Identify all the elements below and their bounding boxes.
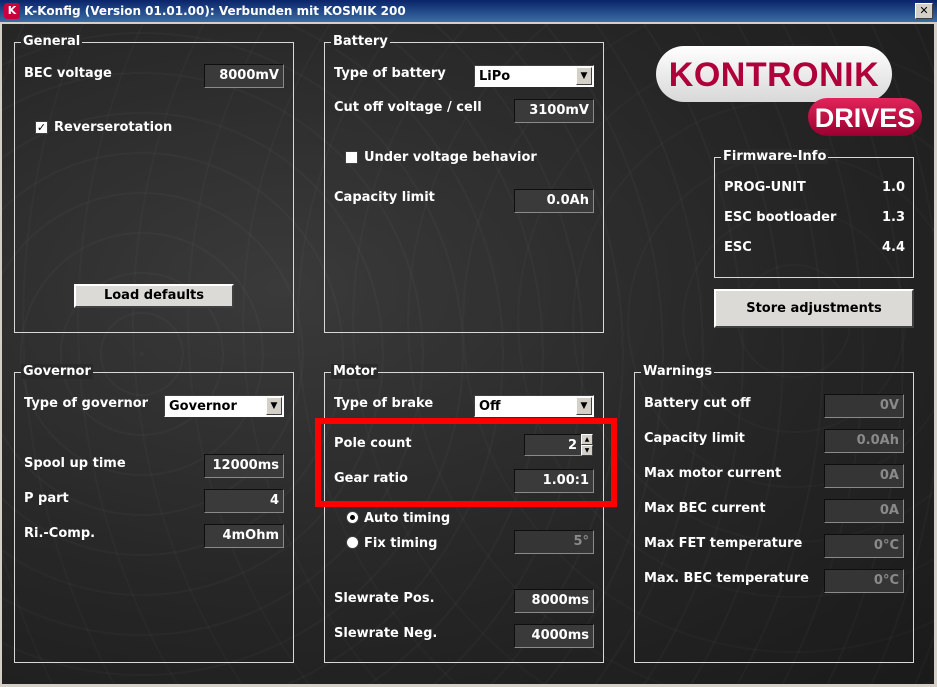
motor-legend: Motor [331,364,379,379]
warning-label: Capacity limit [644,431,745,446]
firmware-row-label: ESC bootloader [724,210,837,225]
governor-type-select[interactable]: Governor ▼ [164,395,284,417]
bec-voltage-field[interactable]: 8000mV [204,64,284,88]
fix-timing-field[interactable]: 5° [514,530,594,554]
fix-timing-label: Fix timing [364,536,438,551]
warning-label: Battery cut off [644,396,751,411]
governor-group: Governor Type of governor Governor ▼ Spo… [14,364,294,663]
warning-value-field: 0V [824,394,904,418]
firmware-row-label: ESC [724,240,752,255]
battery-type-value: LiPo [479,69,511,84]
ri-comp-label: Ri.-Comp. [24,526,96,541]
auto-timing-label: Auto timing [364,511,451,526]
battery-type-select[interactable]: LiPo ▼ [474,65,594,87]
battery-group: Battery Type of battery LiPo ▼ Cut off v… [324,34,604,333]
dropdown-arrow-icon[interactable]: ▼ [576,67,592,85]
firmware-row-value: 1.0 [881,180,905,195]
governor-type-label: Type of governor [24,396,149,411]
window-title: K-Konfig (Version 01.01.00): Verbunden m… [24,4,406,18]
warnings-group: Warnings Battery cut off 0V Capacity lim… [634,364,914,663]
highlight-box [315,418,617,507]
bec-voltage-label: BEC voltage [24,66,112,81]
battery-type-label: Type of battery [334,66,446,81]
under-voltage-checkbox[interactable] [345,151,358,164]
warning-label: Max. BEC temperature [644,571,809,586]
firmware-row-value: 1.3 [881,210,905,225]
logo-sub-text: DRIVES [808,98,922,136]
capacity-limit-field[interactable]: 0.0Ah [514,189,594,213]
slewrate-pos-label: Slewrate Pos. [334,591,435,606]
warning-label: Max motor current [644,466,782,481]
store-adjustments-button[interactable]: Store adjustments [714,289,914,328]
dropdown-arrow-icon[interactable]: ▼ [266,397,282,415]
logo-main-text: KONTRONIK [656,46,892,102]
reverserotation-label: Reverserotation [54,120,173,135]
governor-legend: Governor [21,364,93,379]
brake-type-select[interactable]: Off ▼ [474,395,594,417]
warning-value-field: 0A [824,499,904,523]
warning-value-field: 0°C [824,569,904,593]
governor-type-value: Governor [169,399,237,414]
firmware-row-value: 4.4 [881,240,905,255]
load-defaults-button[interactable]: Load defaults [74,284,234,308]
under-voltage-label: Under voltage behavior [364,150,537,165]
capacity-limit-label: Capacity limit [334,190,435,205]
warning-label: Max FET temperature [644,536,803,551]
firmware-legend: Firmware-Info [721,149,829,164]
brake-type-label: Type of brake [334,396,434,411]
spool-up-field[interactable]: 12000ms [204,454,284,478]
p-part-label: P part [24,491,69,506]
fix-timing-radio[interactable] [346,536,359,549]
slewrate-neg-field[interactable]: 4000ms [514,624,594,648]
firmware-row-label: PROG-UNIT [724,180,806,195]
main-panel: KONTRONIK DRIVES General BEC voltage 800… [2,24,934,684]
title-bar: K K-Konfig (Version 01.01.00): Verbunden… [0,0,937,22]
auto-timing-radio[interactable] [346,511,359,524]
general-legend: General [21,34,83,49]
warning-label: Max BEC current [644,501,766,516]
warning-value-field: 0.0Ah [824,429,904,453]
warning-value-field: 0°C [824,534,904,558]
warning-value-field: 0A [824,464,904,488]
battery-legend: Battery [331,34,390,49]
cutoff-voltage-field[interactable]: 3100mV [514,99,594,123]
ri-comp-field[interactable]: 4mOhm [204,524,284,548]
close-button[interactable]: ✕ [915,3,933,19]
slewrate-pos-field[interactable]: 8000ms [514,589,594,613]
general-group: General BEC voltage 8000mV ✓ Reverserota… [14,34,294,333]
slewrate-neg-label: Slewrate Neg. [334,626,438,641]
reverserotation-checkbox[interactable]: ✓ [35,121,48,134]
kontronik-logo: KONTRONIK DRIVES [656,46,924,138]
brake-type-value: Off [479,399,501,414]
warnings-legend: Warnings [641,364,715,379]
firmware-info-group: Firmware-Info PROG-UNIT 1.0 ESC bootload… [714,149,914,278]
p-part-field[interactable]: 4 [204,489,284,513]
dropdown-arrow-icon[interactable]: ▼ [576,397,592,415]
app-icon: K [4,3,20,19]
cutoff-voltage-label: Cut off voltage / cell [334,100,482,115]
spool-up-label: Spool up time [24,456,126,471]
motor-group: Motor Type of brake Off ▼ Pole count 2 ▲… [324,364,604,663]
